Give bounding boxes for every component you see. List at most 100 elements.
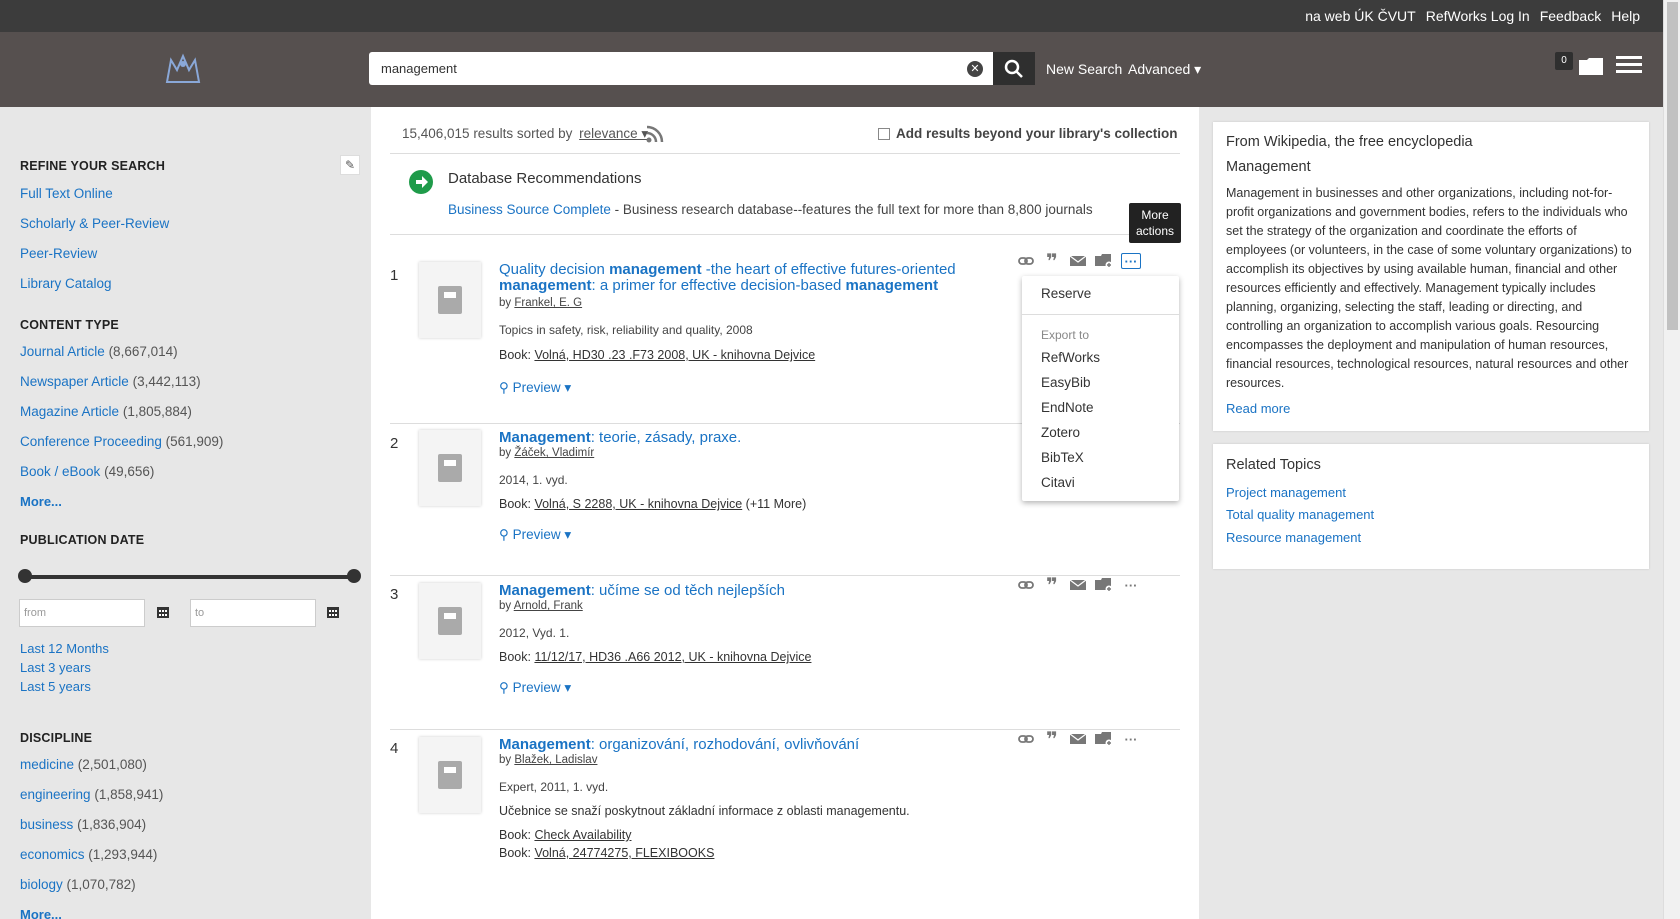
link-help[interactable]: Help [1611,8,1640,24]
email-icon[interactable] [1069,253,1087,269]
hamburger-menu-icon[interactable] [1616,54,1642,79]
holding-link[interactable]: Check Availability [534,828,631,842]
content-type-item[interactable]: Journal Article (8,667,014) [20,344,178,359]
db-recommendation-link[interactable]: Business Source Complete [448,202,611,217]
result-title[interactable]: Management: teorie, zásady, praxe. [499,430,969,446]
divider [390,575,1180,576]
holding-link[interactable]: 11/12/17, HD36 .A66 2012, UK - knihovna … [534,650,811,664]
wiki-summary: Management in businesses and other organ… [1226,186,1632,390]
holding-link[interactable]: Volná, HD30 .23 .F73 2008, UK - knihovna… [534,348,815,362]
beyond-collection-checkbox[interactable] [878,127,890,140]
content-type-more-link[interactable]: More... [20,494,62,509]
quote-icon[interactable]: ❞ [1043,251,1061,273]
date-to-input[interactable]: to [190,599,316,627]
email-icon[interactable] [1069,577,1087,593]
holding-link[interactable]: Volná, 24774275, FLEXIBOOKS [534,846,714,860]
link-icon[interactable] [1017,577,1035,593]
content-type-item[interactable]: Newspaper Article (3,442,113) [20,374,201,389]
search-field[interactable]: ✕ [369,52,993,85]
discipline-more-link[interactable]: More... [20,907,62,919]
menu-item-endnote[interactable]: EndNote [1041,400,1094,415]
date-filter-last-5-years[interactable]: Last 5 years [20,679,91,694]
link-icon[interactable] [1017,731,1035,747]
date-from-input[interactable]: from [19,599,145,627]
filter-library-catalog[interactable]: Library Catalog [20,276,112,291]
book-thumbnail[interactable] [419,737,481,813]
search-icon: ⚲ [499,380,513,395]
book-thumbnail[interactable] [419,262,481,338]
menu-item-bibtex[interactable]: BibTeX [1041,450,1084,465]
discipline-item[interactable]: medicine (2,501,080) [20,757,147,772]
more-actions-icon[interactable]: ··· [1121,731,1141,747]
author-link[interactable]: Žáček, Vladimír [514,447,594,459]
menu-item-zotero[interactable]: Zotero [1041,425,1080,440]
link-refworks-login[interactable]: RefWorks Log In [1426,8,1530,24]
email-icon[interactable] [1069,731,1087,747]
rss-icon[interactable] [645,124,665,147]
discipline-item[interactable]: economics (1,293,944) [20,847,157,862]
filter-peer-review[interactable]: Peer-Review [20,246,97,261]
calendar-icon[interactable] [156,605,170,622]
book-thumbnail[interactable] [419,583,481,659]
result-holdings: Book: Volná, HD30 .23 .F73 2008, UK - kn… [499,348,816,362]
date-filter-last-3-years[interactable]: Last 3 years [20,660,91,675]
folder-icon[interactable] [1578,56,1604,79]
edit-pencil-icon[interactable]: ✎ [340,155,360,175]
result-meta: 2012, Vyd. 1. [499,626,570,640]
related-topic-link[interactable]: Resource management [1226,530,1361,545]
filter-full-text-online[interactable]: Full Text Online [20,186,113,201]
link-icon[interactable] [1017,253,1035,269]
scrollbar-thumb[interactable] [1667,2,1678,330]
slider-handle-start[interactable] [18,569,32,583]
quote-icon[interactable]: ❞ [1043,575,1061,597]
result-title[interactable]: Management: učíme se od těch nejlepších [499,583,969,599]
calendar-icon[interactable] [326,605,340,622]
content-type-item[interactable]: Conference Proceeding (561,909) [20,434,223,449]
filter-scholarly[interactable]: Scholarly & Peer-Review [20,216,169,231]
menu-item-easybib[interactable]: EasyBib [1041,375,1091,390]
content-type-item[interactable]: Book / eBook (49,656) [20,464,154,479]
new-search-link[interactable]: New Search [1046,61,1122,77]
book-thumbnail[interactable] [419,430,481,506]
related-topic-link[interactable]: Total quality management [1226,507,1374,522]
add-to-folder-icon[interactable] [1095,731,1113,747]
menu-item-reserve[interactable]: Reserve [1041,286,1091,301]
search-button[interactable] [993,52,1035,85]
discipline-item[interactable]: business (1,836,904) [20,817,146,832]
clear-search-icon[interactable]: ✕ [967,61,983,77]
wiki-read-more-link[interactable]: Read more [1226,401,1290,416]
author-link[interactable]: Arnold, Frank [514,600,583,612]
holding-link[interactable]: Volná, S 2288, UK - knihovna Dejvice [534,497,742,511]
preview-toggle[interactable]: ⚲ Preview ▾ [499,680,571,696]
menu-item-refworks[interactable]: RefWorks [1041,350,1100,365]
date-filter-last-12-months[interactable]: Last 12 Months [20,641,109,656]
discipline-item[interactable]: engineering (1,858,941) [20,787,163,802]
more-actions-icon[interactable]: ··· [1121,253,1141,269]
menu-item-citavi[interactable]: Citavi [1041,475,1075,490]
result-title[interactable]: Quality decision management -the heart o… [499,262,969,294]
link-feedback[interactable]: Feedback [1540,8,1601,24]
author-link[interactable]: Frankel, E. G [514,297,582,309]
university-logo[interactable] [163,52,203,86]
link-library-web[interactable]: na web ÚK ČVUT [1305,8,1415,24]
content-type-item[interactable]: Magazine Article (1,805,884) [20,404,192,419]
slider-handle-end[interactable] [347,569,361,583]
preview-toggle[interactable]: ⚲ Preview ▾ [499,527,571,543]
beyond-collection-toggle[interactable]: Add results beyond your library's collec… [878,126,1178,141]
quote-icon[interactable]: ❞ [1043,729,1061,751]
advanced-search-dropdown[interactable]: Advanced ▾ [1128,61,1201,78]
related-topic-link[interactable]: Project management [1226,485,1346,500]
add-to-folder-icon[interactable] [1095,577,1113,593]
preview-toggle[interactable]: ⚲ Preview ▾ [499,380,571,396]
search-input[interactable] [369,52,959,85]
result-title[interactable]: Management: organizování, rozhodování, o… [499,737,969,753]
sort-dropdown[interactable]: relevance ▾ [579,126,648,141]
more-actions-icon[interactable]: ··· [1121,577,1141,593]
discipline-item[interactable]: biology (1,070,782) [20,877,136,892]
page-scrollbar[interactable] [1663,0,1680,919]
result-holdings: Book: 11/12/17, HD36 .A66 2012, UK - kni… [499,650,812,664]
author-link[interactable]: Blažek, Ladislav [514,754,597,766]
add-to-folder-icon[interactable] [1095,253,1113,269]
wiki-title: Management [1226,159,1311,175]
search-icon [1004,59,1023,78]
